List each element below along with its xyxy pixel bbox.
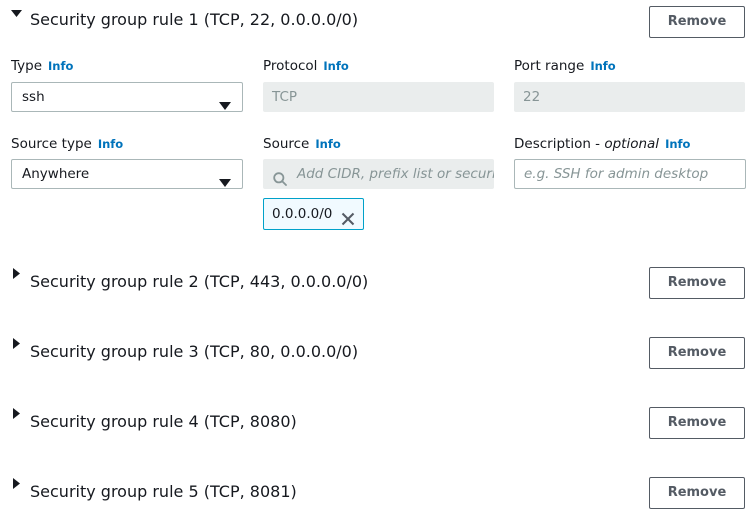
search-icon xyxy=(273,167,287,186)
rule-5-title[interactable]: Security group rule 5 (TCP, 8081) xyxy=(30,482,297,501)
rule-4-remove-button[interactable]: Remove xyxy=(649,407,745,439)
chevron-down-icon xyxy=(219,93,231,110)
description-label-text: Description - xyxy=(514,136,605,152)
type-select-value: ssh xyxy=(22,89,45,105)
source-type-label-text: Source type xyxy=(11,136,92,152)
rule-4-header: Security group rule 4 (TCP, 8080) xyxy=(0,402,755,442)
caret-right-icon[interactable] xyxy=(11,268,22,279)
source-info-link[interactable]: Info xyxy=(315,137,340,151)
rule-2-remove-button[interactable]: Remove xyxy=(649,267,745,299)
source-type-select[interactable]: Anywhere xyxy=(11,159,243,189)
rule-3-remove-button[interactable]: Remove xyxy=(649,337,745,369)
rule-3-header: Security group rule 3 (TCP, 80, 0.0.0.0/… xyxy=(0,332,755,372)
description-info-link[interactable]: Info xyxy=(665,137,690,151)
port-range-info-link[interactable]: Info xyxy=(590,59,615,73)
protocol-info-link[interactable]: Info xyxy=(323,59,348,73)
chevron-down-icon xyxy=(219,170,231,187)
type-label: Type Info xyxy=(11,58,73,74)
close-icon[interactable] xyxy=(341,207,355,226)
rule-4-title[interactable]: Security group rule 4 (TCP, 8080) xyxy=(30,412,297,431)
type-info-link[interactable]: Info xyxy=(48,59,73,73)
caret-right-icon[interactable] xyxy=(11,408,22,419)
type-label-text: Type xyxy=(11,58,43,74)
rule-1-remove-button[interactable]: Remove xyxy=(649,6,745,38)
protocol-input: TCP xyxy=(263,82,494,112)
description-optional-text: optional xyxy=(604,136,660,152)
rule-1-header: Security group rule 1 (TCP, 22, 0.0.0.0/… xyxy=(0,0,755,40)
source-type-select-value: Anywhere xyxy=(22,166,90,182)
source-label: Source Info xyxy=(263,136,341,152)
rule-1-title[interactable]: Security group rule 1 (TCP, 22, 0.0.0.0/… xyxy=(30,10,358,29)
source-search-input[interactable]: Add CIDR, prefix list or security xyxy=(263,159,494,189)
source-token: 0.0.0.0/0 xyxy=(263,198,364,230)
source-type-info-link[interactable]: Info xyxy=(98,137,123,151)
description-input[interactable]: e.g. SSH for admin desktop xyxy=(514,159,746,189)
caret-right-icon[interactable] xyxy=(11,338,22,349)
port-range-input: 22 xyxy=(514,82,745,112)
rule-5-remove-button[interactable]: Remove xyxy=(649,477,745,509)
rule-3-title[interactable]: Security group rule 3 (TCP, 80, 0.0.0.0/… xyxy=(30,342,358,361)
caret-right-icon[interactable] xyxy=(11,478,22,489)
protocol-label-text: Protocol xyxy=(263,58,318,74)
source-search-placeholder: Add CIDR, prefix list or security xyxy=(297,166,494,182)
source-token-label: 0.0.0.0/0 xyxy=(272,206,333,222)
source-label-text: Source xyxy=(263,136,310,152)
rule-2-header: Security group rule 2 (TCP, 443, 0.0.0.0… xyxy=(0,262,755,302)
port-range-label: Port range Info xyxy=(514,58,616,74)
protocol-label: Protocol Info xyxy=(263,58,349,74)
caret-down-icon[interactable] xyxy=(11,9,22,20)
rule-5-header: Security group rule 5 (TCP, 8081) xyxy=(0,472,755,512)
rule-2-title[interactable]: Security group rule 2 (TCP, 443, 0.0.0.0… xyxy=(30,272,368,291)
type-select[interactable]: ssh xyxy=(11,82,243,112)
source-type-label: Source type Info xyxy=(11,136,123,152)
description-label: Description - optional Info xyxy=(514,136,690,152)
port-range-label-text: Port range xyxy=(514,58,585,74)
